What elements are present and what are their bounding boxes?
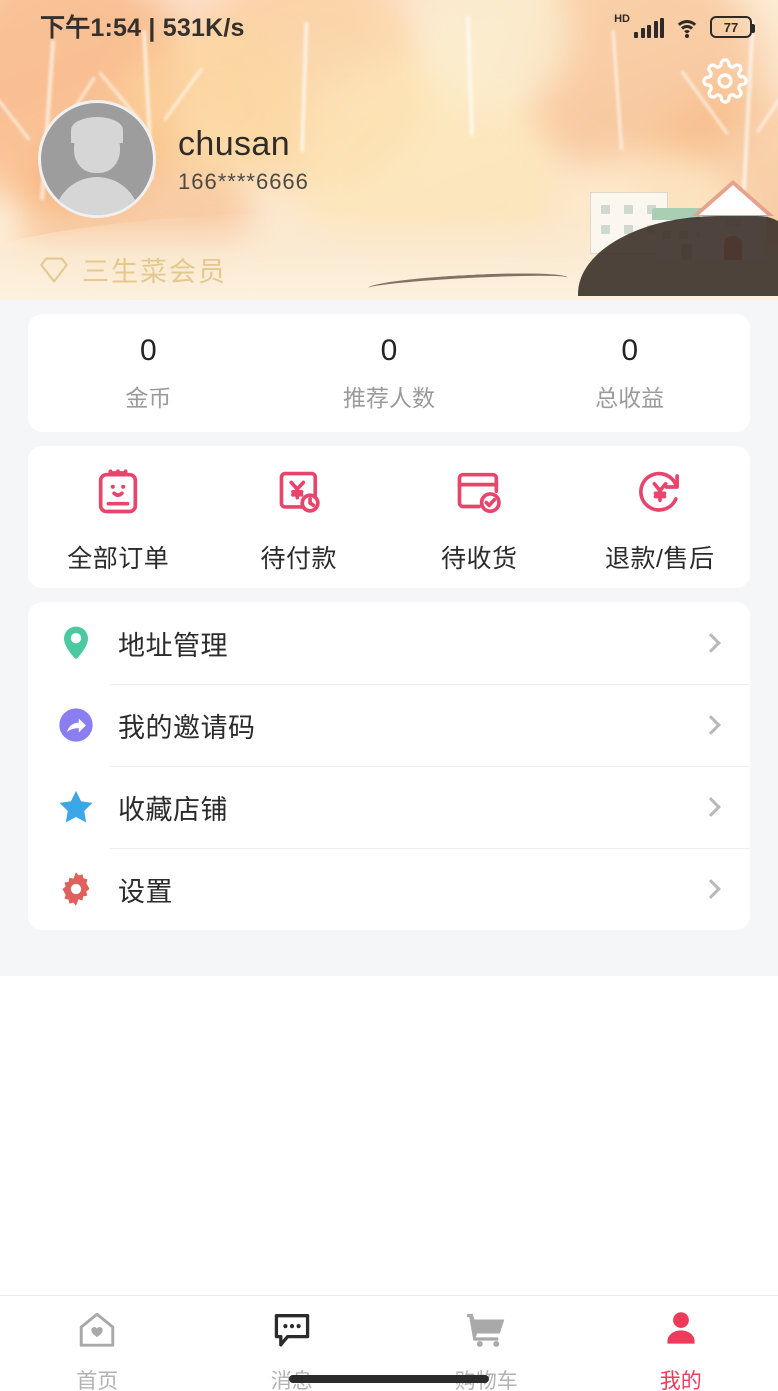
location-pin-icon — [50, 623, 102, 663]
tab-profile[interactable]: 我的 — [584, 1308, 778, 1391]
stat-value: 0 — [139, 333, 157, 367]
tab-label: 首页 — [76, 1370, 119, 1391]
membership-badge[interactable]: 三生菜会员 — [38, 250, 227, 289]
order-shortcut-refund[interactable]: 退款/售后 — [570, 466, 751, 575]
gear-icon — [50, 869, 102, 909]
menu-card: 地址管理 我的邀请码 收藏店铺 设置 — [28, 602, 750, 930]
order-list-icon — [92, 466, 144, 523]
menu-item-invite-code[interactable]: 我的邀请码 — [28, 684, 750, 766]
chevron-right-icon — [701, 633, 721, 653]
phone-number: 166****6666 — [178, 169, 309, 195]
chevron-right-icon — [701, 715, 721, 735]
gear-icon[interactable] — [702, 58, 748, 104]
avatar[interactable] — [38, 100, 156, 218]
home-indicator — [289, 1375, 489, 1383]
chevron-right-icon — [701, 797, 721, 817]
star-icon — [50, 786, 102, 828]
tab-label: 我的 — [659, 1370, 702, 1391]
profile-text: chusan 166****6666 — [178, 123, 309, 196]
signal-bars-icon — [634, 18, 664, 38]
hd-label: HD — [614, 13, 630, 25]
pending-payment-icon — [273, 466, 325, 523]
membership-label: 三生菜会员 — [82, 257, 227, 287]
menu-item-label: 设置 — [118, 876, 173, 907]
status-bar-right: HD 77 — [614, 13, 755, 38]
person-icon — [659, 1308, 703, 1357]
menu-item-settings[interactable]: 设置 — [28, 848, 750, 930]
menu-item-favorite-shops[interactable]: 收藏店铺 — [28, 766, 750, 848]
status-bar: 下午1:54 | 531K/s HD 77 — [0, 0, 778, 52]
wifi-icon — [674, 18, 700, 38]
order-shortcut-pending-payment[interactable]: 待付款 — [209, 466, 390, 575]
home-heart-icon — [75, 1308, 119, 1357]
stat-value: 0 — [380, 333, 398, 367]
order-shortcut-label: 全部订单 — [67, 544, 170, 573]
status-time: 下午1:54 — [40, 14, 142, 42]
order-shortcut-label: 退款/售后 — [605, 544, 715, 573]
stat-label: 推荐人数 — [343, 384, 435, 411]
share-arrow-icon — [50, 705, 102, 745]
chevron-right-icon — [701, 879, 721, 899]
pending-delivery-icon — [453, 466, 505, 523]
order-shortcut-all[interactable]: 全部订单 — [28, 466, 209, 575]
diamond-icon — [40, 257, 68, 282]
battery-icon: 77 — [710, 16, 755, 38]
order-shortcut-pending-delivery[interactable]: 待收货 — [389, 466, 570, 575]
stat-label: 总收益 — [595, 384, 665, 411]
profile-header: 下午1:54 | 531K/s HD 77 chusan 166****6666… — [0, 0, 778, 300]
order-shortcut-label: 待付款 — [260, 544, 337, 573]
stat-item-earnings[interactable]: 0 总收益 — [509, 334, 750, 413]
refund-aftersales-icon — [634, 466, 686, 523]
menu-item-label: 收藏店铺 — [118, 794, 228, 825]
status-network-speed: 531K/s — [162, 14, 245, 42]
bottom-tab-bar: 首页 消息 购物车 — [0, 1295, 778, 1391]
menu-item-address[interactable]: 地址管理 — [28, 602, 750, 684]
status-separator: | — [148, 14, 156, 42]
tab-home[interactable]: 首页 — [0, 1308, 195, 1391]
app-root: 下午1:54 | 531K/s HD 77 chusan 166****6666… — [0, 0, 778, 1391]
content-area: 0 金币 0 推荐人数 0 总收益 全部订单 待付款 待收货 退款/售后 地址管… — [0, 300, 778, 1295]
username: chusan — [178, 124, 291, 163]
profile-block[interactable]: chusan 166****6666 — [38, 100, 309, 218]
menu-item-label: 我的邀请码 — [118, 712, 256, 743]
stat-item-referrals[interactable]: 0 推荐人数 — [269, 334, 510, 413]
chat-bubble-icon — [270, 1308, 314, 1357]
orders-card: 全部订单 待付款 待收货 退款/售后 — [28, 446, 750, 588]
stat-label: 金币 — [125, 384, 172, 411]
order-shortcut-label: 待收货 — [440, 544, 518, 573]
shopping-cart-icon — [464, 1308, 508, 1357]
menu-item-label: 地址管理 — [118, 630, 228, 661]
stat-item-coins[interactable]: 0 金币 — [28, 334, 269, 413]
battery-percent: 77 — [723, 19, 739, 35]
stats-card: 0 金币 0 推荐人数 0 总收益 — [28, 314, 750, 432]
status-bar-left: 下午1:54 | 531K/s — [40, 8, 245, 44]
stat-value: 0 — [621, 333, 639, 367]
